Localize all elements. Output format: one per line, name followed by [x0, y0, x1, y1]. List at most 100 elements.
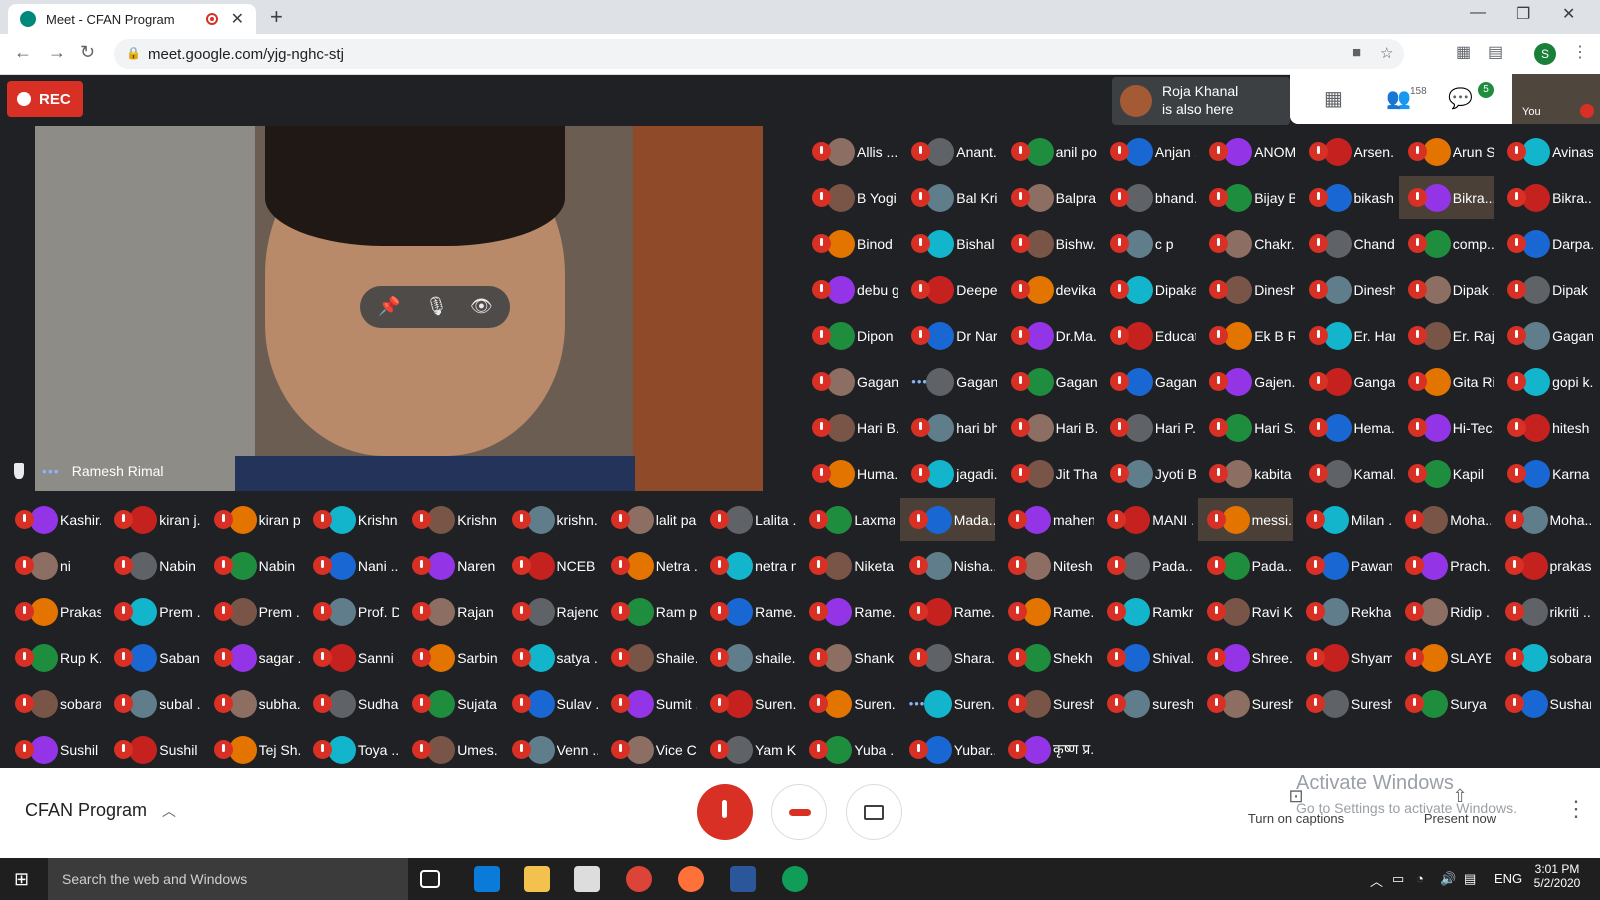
- file-explorer-icon[interactable]: [524, 866, 550, 892]
- task-view-icon[interactable]: [420, 870, 440, 888]
- participant-tile[interactable]: Hi-Tec...: [1399, 406, 1494, 449]
- participant-tile[interactable]: Bal Kri...: [902, 176, 997, 219]
- participant-tile[interactable]: Prem ...: [205, 590, 300, 633]
- participant-tile[interactable]: NCEB ...: [503, 544, 598, 587]
- participant-tile[interactable]: Tej Sh...: [205, 728, 300, 771]
- participant-tile[interactable]: Netra ...: [602, 544, 697, 587]
- participant-tile[interactable]: Sarbin...: [403, 636, 498, 679]
- participant-tile[interactable]: Rajend...: [503, 590, 598, 633]
- leave-call-button[interactable]: [771, 784, 827, 840]
- participant-tile[interactable]: Deepe...: [902, 268, 997, 311]
- chrome-icon[interactable]: [626, 866, 652, 892]
- participant-tile[interactable]: Gajen...: [1200, 360, 1295, 403]
- participant-tile[interactable]: mahen...: [999, 498, 1094, 541]
- participant-tile[interactable]: Prach...: [1396, 544, 1491, 587]
- participant-tile[interactable]: Surya ...: [1396, 682, 1491, 725]
- participant-tile[interactable]: Hari B...: [1002, 406, 1097, 449]
- participant-tile[interactable]: Sulav ...: [503, 682, 598, 725]
- participant-tile[interactable]: Vice C...: [602, 728, 697, 771]
- participant-tile[interactable]: Rame...: [701, 590, 796, 633]
- participant-tile[interactable]: Mada...: [899, 498, 995, 541]
- taskbar-clock[interactable]: 3:01 PM 5/2/2020: [1527, 862, 1587, 890]
- participant-tile[interactable]: Prof. D...: [304, 590, 399, 633]
- participant-tile[interactable]: Shival...: [1098, 636, 1193, 679]
- participant-tile[interactable]: Ravi K...: [1198, 590, 1293, 633]
- participant-tile[interactable]: gopi k...: [1498, 360, 1593, 403]
- participant-tile[interactable]: Hari P...: [1101, 406, 1196, 449]
- participant-tile[interactable]: rikriti ...: [1496, 590, 1591, 633]
- participant-tile[interactable]: Gagan...: [803, 360, 898, 403]
- participant-tile[interactable]: bhand...: [1101, 176, 1196, 219]
- participant-tile[interactable]: Bijay B...: [1200, 176, 1295, 219]
- participant-tile[interactable]: Er. Raj ...: [1399, 314, 1494, 357]
- participant-tile[interactable]: Ramkr...: [1098, 590, 1193, 633]
- participant-tile[interactable]: Suresh...: [999, 682, 1094, 725]
- participant-tile[interactable]: कृष्ण प्र...: [999, 728, 1094, 771]
- participant-tile[interactable]: sobara...: [1496, 636, 1591, 679]
- participant-tile[interactable]: Gagan...: [1498, 314, 1593, 357]
- participant-tile[interactable]: Suren...: [701, 682, 796, 725]
- participant-tile[interactable]: Dinesh...: [1200, 268, 1295, 311]
- participant-tile[interactable]: suresh...: [1098, 682, 1193, 725]
- participant-tile[interactable]: Nabin ...: [205, 544, 300, 587]
- participant-tile[interactable]: Shekh...: [999, 636, 1094, 679]
- participant-tile[interactable]: Saban ...: [105, 636, 200, 679]
- wifi-icon[interactable]: ◔: [1416, 871, 1424, 886]
- participant-tile[interactable]: Pada...: [1198, 544, 1293, 587]
- participant-tile[interactable]: SLAYE...: [1396, 636, 1491, 679]
- participant-tile[interactable]: Sumit ...: [602, 682, 697, 725]
- participant-tile[interactable]: hitesh ...: [1498, 406, 1593, 449]
- participant-tile[interactable]: Naren ...: [403, 544, 498, 587]
- participant-tile[interactable]: Krishn...: [403, 498, 498, 541]
- participant-tile[interactable]: MANI ...: [1098, 498, 1193, 541]
- participant-tile[interactable]: hari bh...: [902, 406, 997, 449]
- participant-tile[interactable]: Educat...: [1101, 314, 1196, 357]
- participant-tile[interactable]: Dipaka...: [1101, 268, 1196, 311]
- participant-tile[interactable]: Krishn...: [304, 498, 399, 541]
- participant-tile[interactable]: Nitesh...: [999, 544, 1094, 587]
- participant-tile[interactable]: Gita Ri...: [1399, 360, 1494, 403]
- participant-tile[interactable]: Moha...: [1396, 498, 1491, 541]
- participant-tile[interactable]: Ganga...: [1300, 360, 1395, 403]
- participant-tile[interactable]: Dr.Ma...: [1002, 314, 1097, 357]
- participant-tile[interactable]: Sudha ...: [304, 682, 399, 725]
- participant-tile[interactable]: krishn...: [503, 498, 598, 541]
- participant-tile[interactable]: messi...: [1197, 498, 1293, 541]
- participant-tile[interactable]: Bishw...: [1002, 222, 1097, 265]
- participant-tile[interactable]: Balpra...: [1002, 176, 1097, 219]
- participant-tile[interactable]: sobara...: [6, 682, 101, 725]
- participant-tile[interactable]: Sushant: [1496, 682, 1591, 725]
- participant-tile[interactable]: Kamal...: [1300, 452, 1395, 495]
- participant-tile[interactable]: Dinesh...: [1300, 268, 1395, 311]
- language-indicator[interactable]: ENG: [1494, 871, 1522, 886]
- participant-tile[interactable]: bikash...: [1300, 176, 1395, 219]
- participant-tile[interactable]: Milan ...: [1297, 498, 1392, 541]
- notification-icon[interactable]: ▤: [1464, 871, 1476, 887]
- participant-tile[interactable]: Bikra...: [1498, 176, 1593, 219]
- participant-tile[interactable]: Anjan ...: [1101, 130, 1196, 173]
- participant-tile[interactable]: Nisha...: [900, 544, 995, 587]
- participant-tile[interactable]: Hari S...: [1200, 406, 1295, 449]
- participant-tile[interactable]: Chand...: [1300, 222, 1395, 265]
- participant-tile[interactable]: Umes...: [403, 728, 498, 771]
- participant-tile[interactable]: Pawan...: [1297, 544, 1392, 587]
- participant-tile[interactable]: kiran j...: [105, 498, 200, 541]
- participant-tile[interactable]: Shank...: [800, 636, 895, 679]
- participant-tile[interactable]: Shara...: [900, 636, 995, 679]
- participant-tile[interactable]: Nabin ...: [105, 544, 200, 587]
- participant-tile[interactable]: Chakr...: [1200, 222, 1295, 265]
- participant-tile[interactable]: Darpa...: [1498, 222, 1593, 265]
- participant-tile[interactable]: Sushil ...: [6, 728, 101, 771]
- participant-tile[interactable]: debu g...: [803, 268, 898, 311]
- participant-tile[interactable]: Jyoti B...: [1101, 452, 1196, 495]
- participant-tile[interactable]: Arun S...: [1399, 130, 1494, 173]
- participant-tile[interactable]: Er. Har...: [1300, 314, 1395, 357]
- participant-tile[interactable]: Bishal ...: [902, 222, 997, 265]
- participant-tile[interactable]: Rekha: [1297, 590, 1392, 633]
- participant-tile[interactable]: ANOM...: [1200, 130, 1295, 173]
- battery-icon[interactable]: ▭: [1392, 871, 1404, 887]
- participant-tile[interactable]: Shyam...: [1297, 636, 1392, 679]
- participant-tile[interactable]: Hari B...: [803, 406, 898, 449]
- participant-tile[interactable]: Rame...: [900, 590, 995, 633]
- unmute-button[interactable]: [697, 784, 753, 840]
